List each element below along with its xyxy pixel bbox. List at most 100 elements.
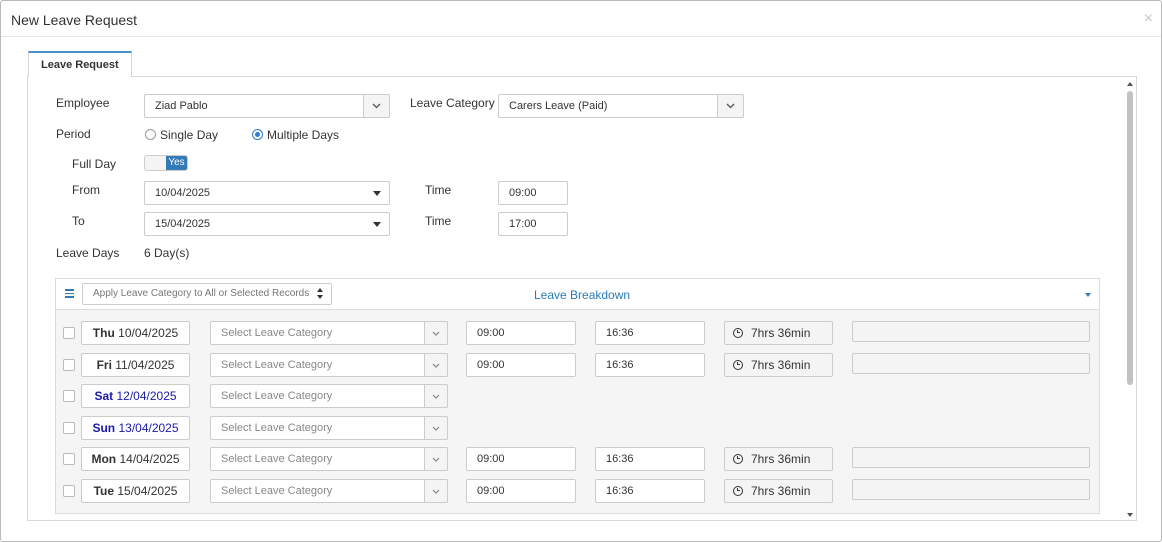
period-label: Period [56,127,91,141]
scroll-down-arrow-icon[interactable] [1127,513,1133,517]
row-duration: 7hrs 36min [724,353,833,377]
row-date: 12/04/2025 [116,389,177,403]
row-note-input[interactable] [852,479,1090,500]
caret-down-icon [373,191,381,196]
employee-select[interactable]: Ziad Pablo [144,94,390,118]
collapse-caret-icon[interactable] [1085,293,1091,297]
leave-request-modal: New Leave Request × Leave Request Employ… [0,0,1162,542]
row-category-select[interactable]: Select Leave Category [210,447,448,471]
row-start-time[interactable]: 09:00 [466,321,576,345]
row-category-select[interactable]: Select Leave Category [210,384,448,408]
to-date-value: 15/04/2025 [155,218,211,230]
chevron-down-icon [432,331,440,336]
row-category-placeholder: Select Leave Category [221,422,333,434]
row-category-placeholder: Select Leave Category [221,390,333,402]
row-category-dropdown-button[interactable] [424,447,448,471]
row-checkbox[interactable] [63,485,75,497]
row-duration: 7hrs 36min [724,479,833,503]
breakdown-row: Sun 13/04/2025 Select Leave Category [56,416,1099,440]
row-category-select[interactable]: Select Leave Category [210,416,448,440]
row-note-input[interactable] [852,321,1090,342]
scrollbar-thumb[interactable] [1127,91,1133,385]
row-end-time[interactable]: 16:36 [595,353,705,377]
chevron-down-icon [726,103,735,109]
row-start-time[interactable]: 09:00 [466,447,576,471]
period-multiple-days-radio[interactable] [252,129,263,140]
close-icon[interactable]: × [1144,11,1153,27]
chevron-down-icon [432,426,440,431]
row-day-name: Mon [91,452,117,466]
row-date: 14/04/2025 [119,452,180,466]
row-date: 10/04/2025 [118,326,179,340]
from-label: From [72,183,100,197]
to-time-input[interactable]: 17:00 [498,212,568,236]
row-category-dropdown-button[interactable] [424,321,448,345]
clock-icon [733,454,743,464]
row-category-dropdown-button[interactable] [424,416,448,440]
clock-icon [733,360,743,370]
row-category-dropdown-button[interactable] [424,353,448,377]
row-checkbox[interactable] [63,359,75,371]
chevron-down-icon [432,457,440,462]
full-day-toggle[interactable]: Yes [144,155,188,171]
apply-category-placeholder: Apply Leave Category to All or Selected … [93,288,310,299]
row-duration: 7hrs 36min [724,447,833,471]
caret-down-icon [373,222,381,227]
row-duration: 7hrs 36min [724,321,833,345]
from-time-input[interactable]: 09:00 [498,181,568,205]
row-date: 15/04/2025 [117,484,178,498]
row-category-select[interactable]: Select Leave Category [210,353,448,377]
row-end-time[interactable]: 16:36 [595,479,705,503]
employee-value: Ziad Pablo [155,100,208,112]
row-date: 11/04/2025 [115,358,175,372]
to-date-select[interactable]: 15/04/2025 [144,212,390,236]
scroll-up-arrow-icon[interactable] [1127,82,1133,86]
row-note-input[interactable] [852,353,1090,374]
row-checkbox[interactable] [63,422,75,434]
row-end-time[interactable]: 16:36 [595,447,705,471]
leave-category-select[interactable]: Carers Leave (Paid) [498,94,744,118]
row-end-time[interactable]: 16:36 [595,321,705,345]
row-duration-value: 7hrs 36min [751,326,811,340]
vertical-scrollbar[interactable] [1125,81,1137,519]
modal-header: New Leave Request × [1,1,1161,37]
apply-category-select[interactable]: Apply Leave Category to All or Selected … [82,283,332,305]
from-date-select[interactable]: 10/04/2025 [144,181,390,205]
clock-icon [733,486,743,496]
chevron-down-icon [432,489,440,494]
modal-title: New Leave Request [11,12,138,28]
row-checkbox[interactable] [63,390,75,402]
tab-leave-request[interactable]: Leave Request [28,51,132,78]
row-category-select[interactable]: Select Leave Category [210,321,448,345]
row-day: Tue 15/04/2025 [81,479,190,503]
row-category-select[interactable]: Select Leave Category [210,479,448,503]
menu-icon[interactable] [65,289,74,298]
leave-days-value: 6 Day(s) [144,246,190,260]
row-date: 13/04/2025 [118,421,179,435]
toggle-knob [145,156,167,170]
row-start-time[interactable]: 09:00 [466,479,576,503]
row-start-time[interactable]: 09:00 [466,353,576,377]
period-single-day-radio[interactable] [145,129,156,140]
row-day: Fri 11/04/2025 [81,353,190,377]
tab-strip: Leave Request [27,51,1137,78]
chevron-down-icon [432,394,440,399]
row-checkbox[interactable] [63,453,75,465]
breakdown-row: Mon 14/04/2025 Select Leave Category 09:… [56,447,1099,471]
row-category-dropdown-button[interactable] [424,384,448,408]
row-day-name: Sat [94,389,114,403]
updown-arrows-icon [317,288,325,300]
to-time-label: Time [425,214,452,228]
employee-dropdown-button[interactable] [363,95,389,117]
breakdown-title[interactable]: Leave Breakdown [534,288,630,302]
row-day-name: Sun [92,421,116,435]
row-category-dropdown-button[interactable] [424,479,448,503]
row-note-input[interactable] [852,447,1090,468]
row-checkbox[interactable] [63,327,75,339]
period-multiple-days-label: Multiple Days [267,128,340,142]
row-category-placeholder: Select Leave Category [221,485,333,497]
row-duration-value: 7hrs 36min [751,484,811,498]
breakdown-row: Sat 12/04/2025 Select Leave Category [56,384,1099,408]
leave-category-dropdown-button[interactable] [717,95,743,117]
to-time-value: 17:00 [509,218,537,230]
